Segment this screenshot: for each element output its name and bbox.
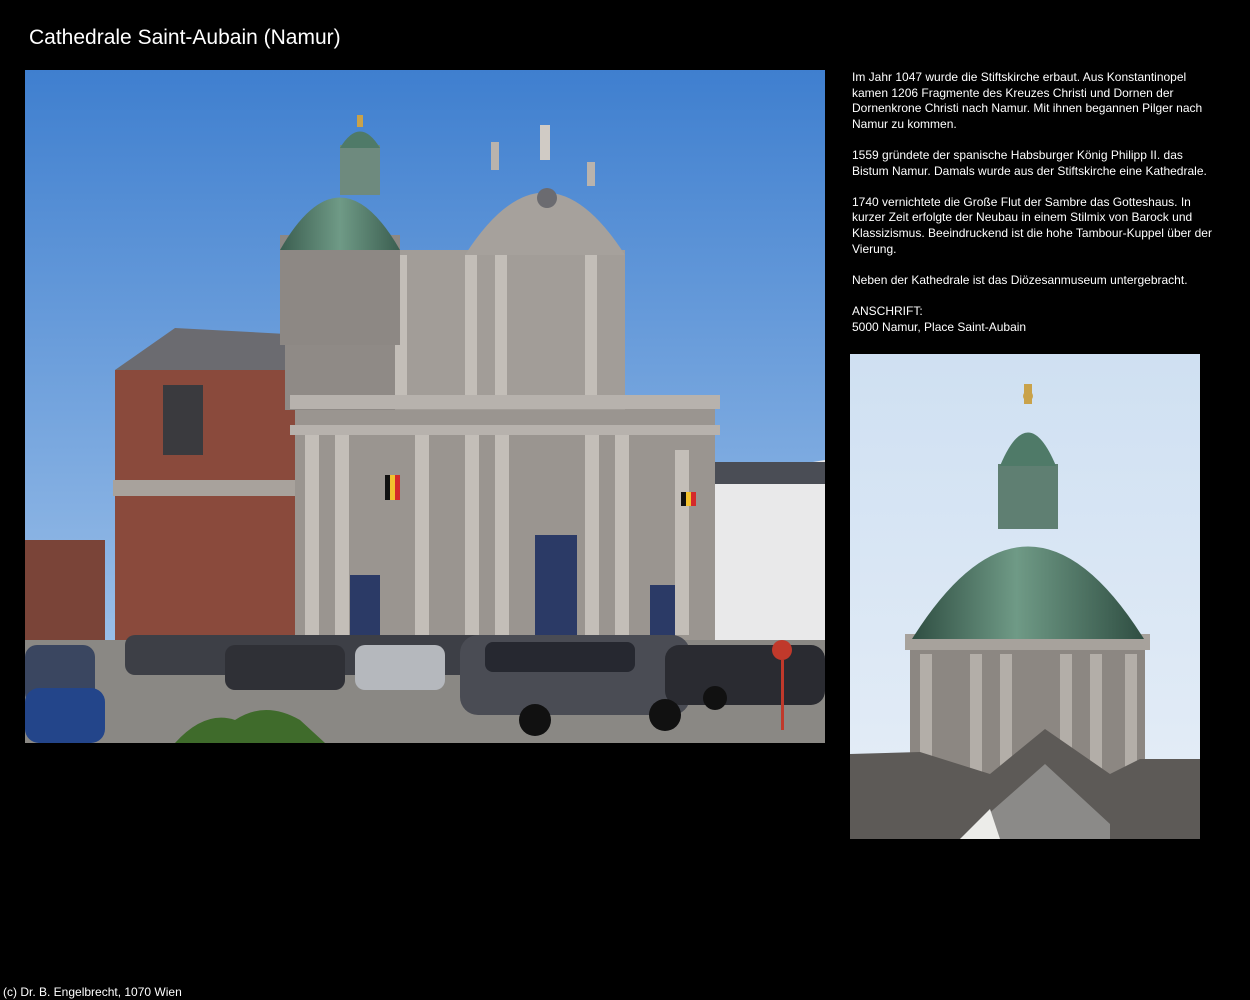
copyright-footer: (c) Dr. B. Engelbrecht, 1070 Wien: [3, 985, 182, 999]
cathedral-exterior-photo: [25, 70, 825, 743]
page-title: Cathedrale Saint-Aubain (Namur): [29, 26, 341, 49]
description-paragraph: 1740 vernichtete die Große Flut der Samb…: [852, 194, 1212, 256]
description-paragraph: Im Jahr 1047 wurde die Stiftskirche erba…: [852, 70, 1203, 131]
description-paragraph: Neben der Kathedrale ist das Diözesanmus…: [852, 272, 1188, 287]
address-label: ANSCHRIFT:: [852, 303, 923, 318]
description-text: Im Jahr 1047 wurde die Stiftskirche erba…: [852, 70, 1214, 335]
address-text: 5000 Namur, Place Saint-Aubain: [852, 319, 1027, 334]
description-paragraph: 1559 gründete der spanische Habsburger K…: [852, 147, 1207, 178]
dome-detail-photo: [850, 354, 1200, 839]
